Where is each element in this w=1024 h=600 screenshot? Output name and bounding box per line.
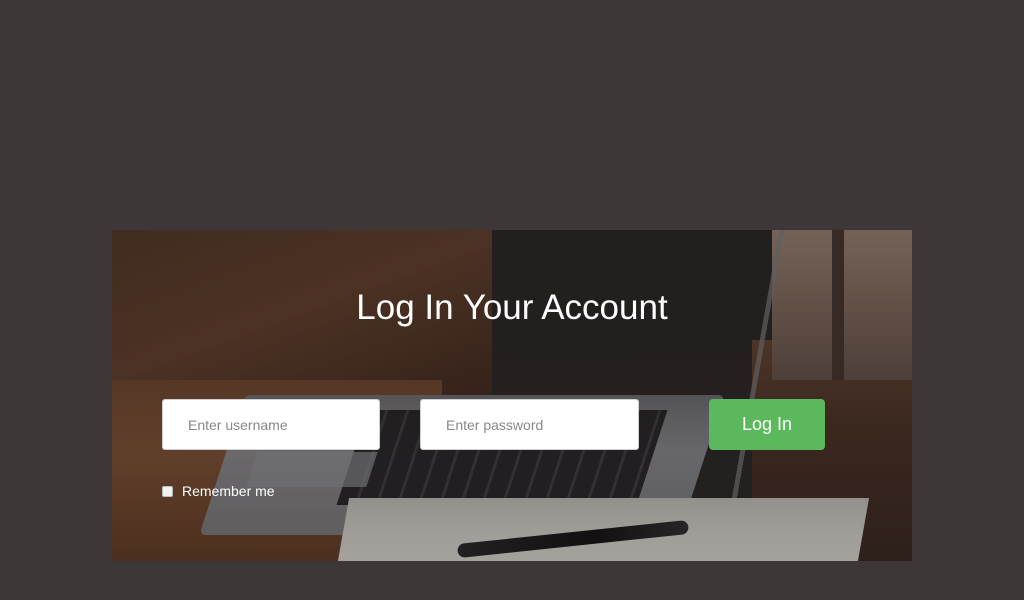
- password-input[interactable]: [420, 399, 639, 450]
- remember-me-checkbox[interactable]: [162, 485, 173, 497]
- remember-me[interactable]: Remember me: [162, 483, 275, 499]
- login-panel: Log In Your Account Log In Remember me: [112, 230, 912, 561]
- username-input[interactable]: [162, 399, 380, 450]
- background-overlay: [112, 230, 912, 561]
- login-button[interactable]: Log In: [709, 399, 825, 450]
- remember-me-label: Remember me: [182, 483, 275, 499]
- page: Log In Your Account Log In Remember me: [0, 0, 1024, 600]
- page-title: Log In Your Account: [356, 288, 668, 327]
